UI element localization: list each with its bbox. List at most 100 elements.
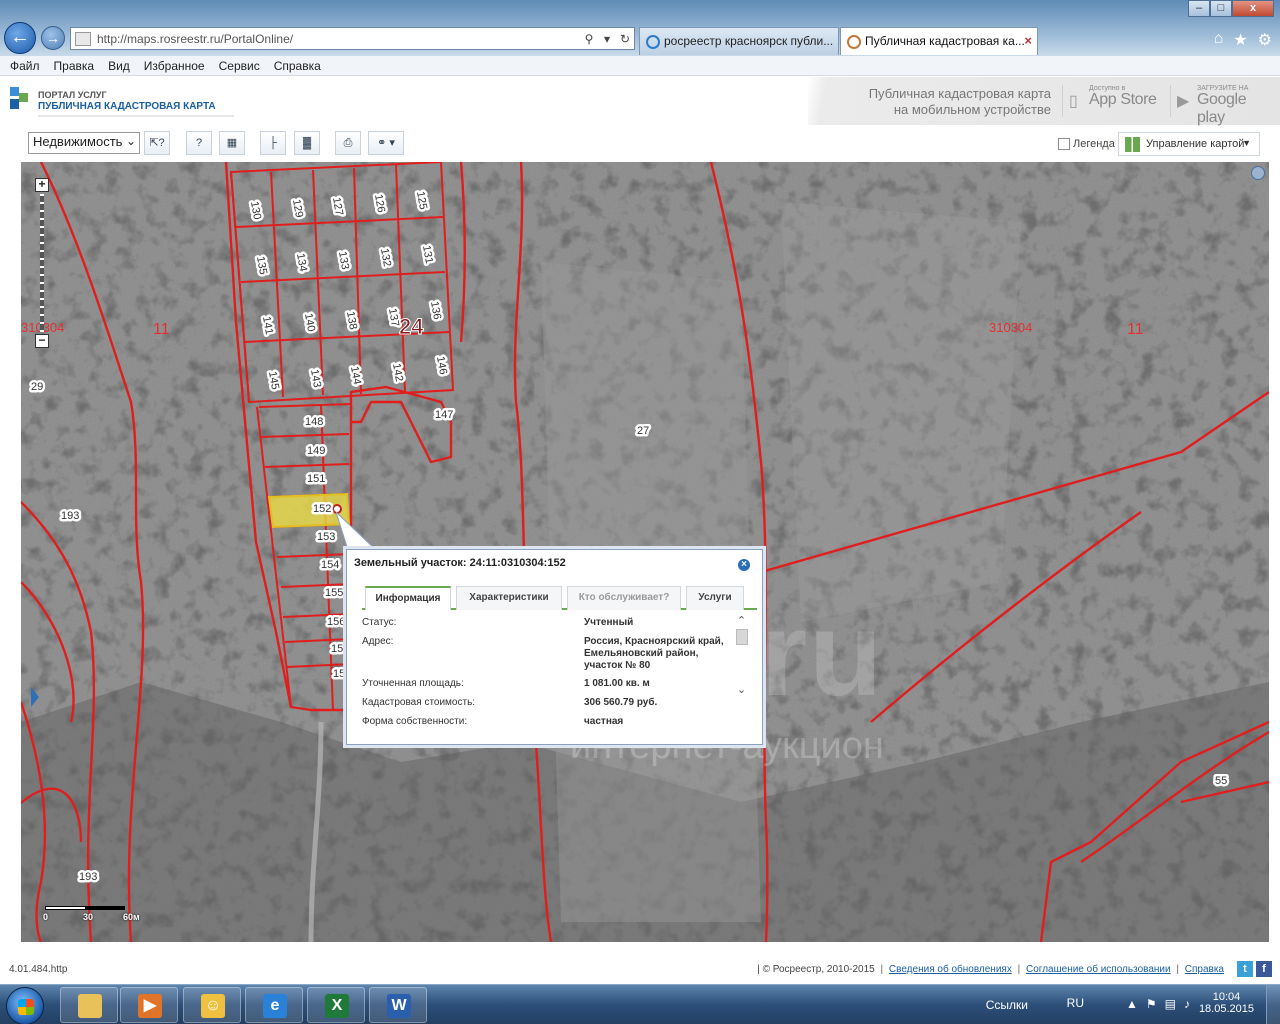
taskbar-internet-explorer[interactable]: e [245, 987, 303, 1023]
scroll-down-icon[interactable]: ⌄ [735, 683, 748, 696]
parcel-number[interactable]: 27 [637, 425, 649, 437]
parcel-number[interactable]: 148 [305, 416, 323, 428]
tab-who-serves[interactable]: Кто обслуживает? [567, 586, 681, 610]
help-link[interactable]: Справка [1185, 964, 1224, 975]
messenger-icon: ☺ [201, 994, 225, 1018]
parcel-number[interactable]: 153 [317, 531, 335, 543]
measure-icon[interactable]: ├ [260, 131, 286, 155]
side-panel-handle-icon[interactable] [31, 687, 39, 707]
parcel-number[interactable]: 29 [31, 381, 43, 393]
terms-link[interactable]: Соглашение об использовании [1026, 964, 1171, 975]
layer-select[interactable]: Недвижимость ⌄ [28, 132, 140, 154]
menu-help[interactable]: Справка [274, 59, 321, 73]
browser-tab-1[interactable]: росреестр красноярск публи... [639, 27, 839, 55]
parcel-number[interactable]: 154 [321, 559, 339, 571]
tab-label: Публичная кадастровая ка... [865, 34, 1025, 48]
tab-characteristics[interactable]: Характеристики [456, 586, 562, 610]
taskbar-explorer[interactable] [60, 987, 118, 1023]
close-button[interactable]: x [1232, 0, 1274, 17]
twitter-icon[interactable]: t [1237, 961, 1253, 977]
select-info-icon[interactable]: ⇱? [144, 131, 170, 155]
portal-services-label[interactable]: ПОРТАЛ УСЛУГ [38, 90, 107, 100]
header-divider [38, 115, 234, 117]
taskbar-word[interactable]: W [369, 987, 427, 1023]
browser-tab-2-active[interactable]: Публичная кадастровая ка... × [840, 27, 1038, 55]
app-store-badge[interactable]: ▯ Доступно в App Store [1062, 85, 1166, 117]
zoom-slider[interactable] [40, 194, 44, 332]
language-indicator[interactable]: RU [1067, 996, 1084, 1010]
legend-label: Легенда [1073, 138, 1115, 150]
menu-view[interactable]: Вид [108, 59, 130, 73]
action-center-icon[interactable]: ⚑ [1146, 997, 1157, 1011]
parcel-number[interactable]: 193 [61, 510, 79, 522]
google-play-badge[interactable]: ▶ ЗАГРУЗИТЕ НА Google play [1170, 85, 1274, 126]
search-icon[interactable]: ⚲ [580, 32, 598, 46]
address-url[interactable]: http://maps.rosreestr.ru/PortalOnline/ [97, 32, 580, 46]
link-icon[interactable]: ⚭ ▾ [368, 131, 404, 155]
word-icon: W [387, 994, 411, 1018]
start-button[interactable] [6, 987, 44, 1024]
scale-line [45, 906, 125, 910]
menu-file[interactable]: Файл [10, 59, 40, 73]
volume-icon[interactable]: ♪ [1184, 997, 1190, 1011]
scroll-up-icon[interactable]: ⌃ [735, 614, 748, 627]
scroll-thumb[interactable] [736, 629, 748, 645]
map-toolbar: Недвижимость ⌄ ⇱? ? ▦ ├ ▓ ⎙ ⚭ ▾ Легенда … [22, 128, 1270, 160]
close-icon[interactable]: × [738, 559, 750, 571]
tab-close-icon[interactable]: × [1024, 33, 1032, 48]
refresh-icon[interactable]: ↻ [616, 32, 634, 46]
clock[interactable]: 10:04 18.05.2015 [1199, 991, 1254, 1015]
parcel-number[interactable]: 149 [307, 445, 325, 457]
info-value: частная [584, 716, 624, 727]
favorites-star-icon[interactable]: ★ [1233, 30, 1247, 50]
parcel-number[interactable]: 147 [435, 409, 453, 421]
menu-favorites[interactable]: Избранное [144, 59, 205, 73]
portal-title[interactable]: ПУБЛИЧНАЯ КАДАСТРОВАЯ КАРТА [38, 101, 216, 112]
info-value: 306 560.79 руб. [584, 697, 658, 708]
map-control-button[interactable]: Управление картой ▼ [1118, 132, 1260, 156]
tab-label: росреестр красноярск публи... [664, 34, 834, 48]
map-control-label: Управление картой [1146, 138, 1245, 150]
show-desktop-button[interactable] [1266, 985, 1280, 1024]
taskbar-excel[interactable]: X [307, 987, 365, 1023]
maximize-button[interactable]: □ [1210, 0, 1232, 17]
layers-icon[interactable]: ▓ [294, 131, 320, 155]
back-button[interactable]: ← [4, 22, 36, 54]
parcel-number[interactable]: 152 [313, 503, 331, 515]
windows-logo-icon [18, 999, 34, 1015]
question-icon[interactable]: ? [186, 131, 212, 155]
menu-edit[interactable]: Правка [54, 59, 95, 73]
menu-tools[interactable]: Сервис [219, 59, 260, 73]
network-icon[interactable]: ▤ [1165, 997, 1176, 1011]
home-icon[interactable]: ⌂ [1214, 30, 1224, 50]
tray-links-toolbar[interactable]: Ссылки [986, 998, 1028, 1012]
legend-checkbox[interactable]: Легенда [1058, 138, 1115, 150]
info-value: Учтенный [584, 617, 634, 628]
checkbox-icon[interactable] [1058, 138, 1070, 150]
print-icon[interactable]: ⎙ [335, 131, 361, 155]
portal-logo-icon[interactable] [8, 85, 30, 111]
parcel-number[interactable]: 155 [325, 587, 343, 599]
tab-information[interactable]: Информация [365, 586, 451, 610]
dropdown-arrow-icon[interactable]: ▾ [598, 32, 616, 46]
parcel-number[interactable]: 156 [327, 616, 345, 628]
popup-tabs: Информация Характеристики Кто обслуживае… [362, 586, 757, 610]
address-bar[interactable]: http://maps.rosreestr.ru/PortalOnline/ ⚲… [70, 27, 635, 50]
taskbar-media-player[interactable]: ▶ [120, 987, 178, 1023]
minimize-button[interactable]: – [1188, 0, 1210, 17]
zoom-in-button[interactable]: + [35, 178, 49, 192]
forward-button[interactable]: → [41, 26, 65, 50]
zoom-out-button[interactable]: − [35, 334, 49, 348]
parcel-number[interactable]: 151 [307, 473, 325, 485]
facebook-icon[interactable]: f [1256, 961, 1272, 977]
parcel-number[interactable]: 193 [79, 871, 97, 883]
show-hidden-icons-icon[interactable]: ▲ [1126, 997, 1138, 1011]
search-map-icon[interactable]: ▦ [219, 131, 245, 155]
parcel-number[interactable]: 55 [1215, 775, 1227, 787]
globe-icon[interactable] [1251, 166, 1265, 180]
taskbar-messenger[interactable]: ☺ [183, 987, 241, 1023]
updates-link[interactable]: Сведения об обновлениях [889, 964, 1012, 975]
popup-scrollbar[interactable]: ⌃ ⌄ [735, 614, 748, 720]
tab-services[interactable]: Услуги [686, 586, 744, 610]
settings-gear-icon[interactable]: ⚙ [1258, 30, 1272, 50]
